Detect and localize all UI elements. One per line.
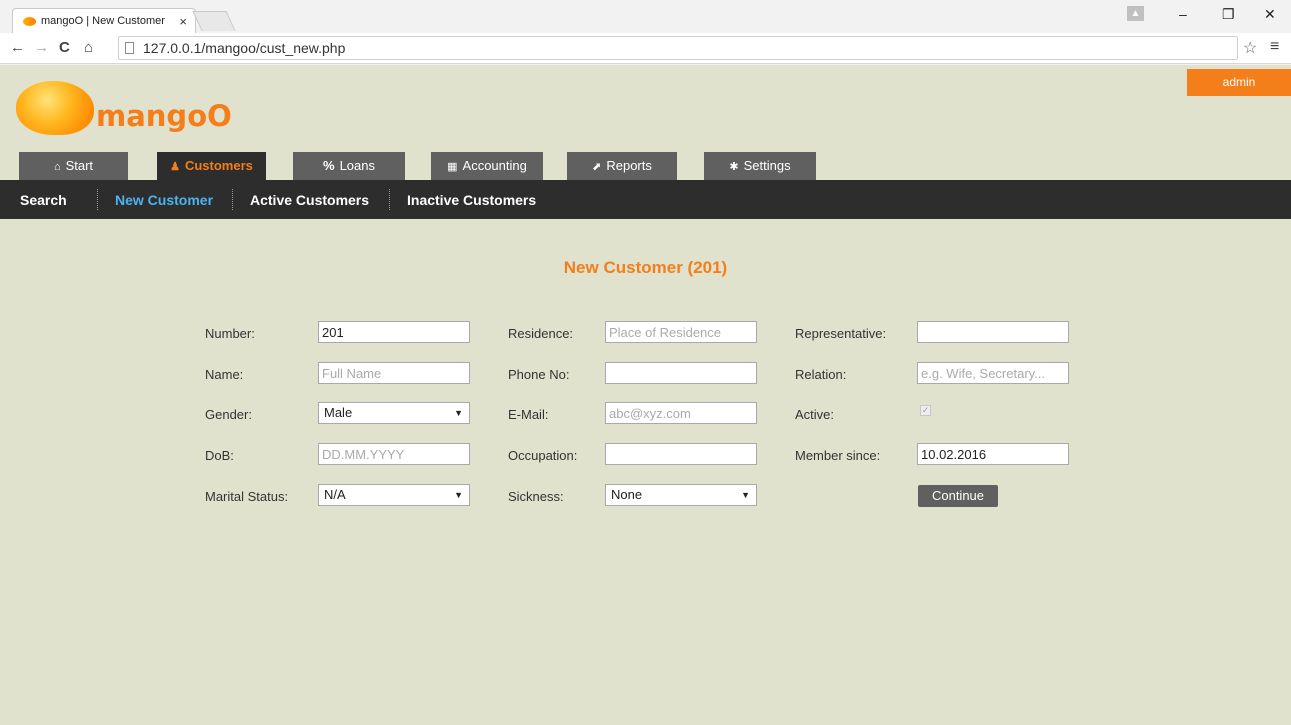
home-icon: ⌂ — [53, 161, 61, 173]
logo[interactable]: mangoO — [16, 79, 256, 139]
page-icon — [125, 42, 134, 54]
dropdown-arrow-icon: ▼ — [454, 490, 463, 500]
tab-settings[interactable]: ✱ Settings — [704, 152, 816, 180]
marital-status-label: Marital Status: — [205, 489, 289, 504]
tab-reports[interactable]: ⬈ Reports — [567, 152, 677, 180]
name-field[interactable] — [318, 362, 470, 384]
admin-button[interactable]: admin — [1187, 69, 1291, 96]
dob-field[interactable] — [318, 443, 470, 465]
tab-settings-label: Settings — [743, 158, 791, 173]
sickness-selected: None — [611, 487, 643, 502]
subnav-active-customers[interactable]: Active Customers — [250, 192, 369, 208]
subnav-divider — [97, 189, 98, 210]
profile-icon[interactable]: ▲ — [1127, 6, 1144, 21]
window-close-icon[interactable]: ✕ — [1264, 6, 1276, 23]
percent-icon: % — [323, 158, 335, 173]
phone-field[interactable] — [605, 362, 757, 384]
relation-label: Relation: — [795, 367, 847, 382]
residence-label: Residence: — [508, 326, 574, 341]
active-label: Active: — [795, 407, 835, 422]
brand-name: mangoO — [96, 99, 232, 133]
sub-nav: Search New Customer Active Customers Ina… — [0, 180, 1291, 219]
restore-icon[interactable]: ❐ — [1222, 6, 1235, 23]
marital-status-selected: N/A — [324, 487, 346, 502]
member-since-label: Member since: — [795, 448, 881, 463]
number-label: Number: — [205, 326, 255, 341]
user-icon: ♟ — [170, 161, 180, 173]
url-text: 127.0.0.1/mangoo/cust_new.php — [143, 40, 346, 56]
occupation-field[interactable] — [605, 443, 757, 465]
browser-toolbar: ← → C ⌂ 127.0.0.1/mangoo/cust_new.php ☆ … — [0, 33, 1291, 64]
tab-customers-label: Customers — [184, 158, 253, 173]
tab-loans-label: Loans — [339, 158, 375, 173]
subnav-divider — [232, 189, 233, 210]
email-field[interactable] — [605, 402, 757, 424]
gender-selected: Male — [324, 405, 353, 420]
address-bar[interactable]: 127.0.0.1/mangoo/cust_new.php — [118, 36, 1238, 60]
browser-menu-icon[interactable]: ≡ — [1270, 38, 1279, 56]
name-label: Name: — [205, 367, 244, 382]
number-field[interactable] — [318, 321, 470, 343]
tab-accounting-label: Accounting — [462, 158, 527, 173]
occupation-label: Occupation: — [508, 448, 578, 463]
sickness-label: Sickness: — [508, 489, 564, 504]
home-icon[interactable]: ⌂ — [84, 39, 93, 56]
browser-tab[interactable]: mangoO | New Customer × — [12, 8, 196, 33]
minimize-icon[interactable]: – — [1179, 6, 1187, 22]
tab-customers[interactable]: ♟ Customers — [157, 152, 266, 180]
continue-button[interactable]: Continue — [918, 485, 998, 507]
representative-field[interactable] — [917, 321, 1069, 343]
calculator-icon: ▦ — [447, 161, 458, 173]
browser-tab-title: mangoO | New Customer — [41, 15, 165, 27]
relation-field[interactable] — [917, 362, 1069, 384]
dropdown-arrow-icon: ▼ — [741, 490, 750, 500]
phone-label: Phone No: — [508, 367, 570, 382]
dob-label: DoB: — [205, 448, 234, 463]
gear-icon: ✱ — [729, 161, 739, 173]
sickness-select[interactable]: None ▼ — [605, 484, 757, 506]
member-since-field[interactable] — [917, 443, 1069, 465]
new-tab-button[interactable] — [192, 11, 236, 31]
email-label: E-Mail: — [508, 407, 549, 422]
forward-icon[interactable]: → — [34, 39, 49, 56]
browser-tabstrip: mangoO | New Customer × ▲ – ❐ ✕ — [0, 0, 1291, 33]
chart-line-icon: ⬈ — [592, 161, 602, 173]
back-icon[interactable]: ← — [10, 39, 25, 56]
subnav-search[interactable]: Search — [20, 192, 67, 208]
subnav-new-customer[interactable]: New Customer — [115, 192, 213, 208]
gender-label: Gender: — [205, 407, 252, 422]
gender-select[interactable]: Male ▼ — [318, 402, 470, 424]
tab-start[interactable]: ⌂ Start — [19, 152, 128, 180]
subnav-divider — [389, 189, 390, 210]
subnav-inactive-customers[interactable]: Inactive Customers — [407, 192, 536, 208]
residence-field[interactable] — [605, 321, 757, 343]
close-tab-icon[interactable]: × — [179, 14, 187, 29]
mango-favicon-icon — [23, 16, 36, 26]
tab-accounting[interactable]: ▦ Accounting — [431, 152, 543, 180]
tab-start-label: Start — [65, 158, 94, 173]
dropdown-arrow-icon: ▼ — [454, 408, 463, 418]
reload-icon[interactable]: C — [59, 39, 70, 56]
active-checkbox[interactable]: ✓ — [920, 405, 931, 416]
bookmark-star-icon[interactable]: ☆ — [1243, 38, 1257, 58]
page-title: New Customer (201) — [563, 258, 728, 277]
representative-label: Representative: — [795, 326, 887, 341]
tab-loans[interactable]: % Loans — [293, 152, 405, 180]
page: admin mangoO ⌂ Start ♟ Customers % Loans ▦ A… — [0, 65, 1291, 725]
marital-status-select[interactable]: N/A ▼ — [318, 484, 470, 506]
tab-reports-label: Reports — [606, 158, 652, 173]
mango-logo-icon — [16, 81, 94, 135]
